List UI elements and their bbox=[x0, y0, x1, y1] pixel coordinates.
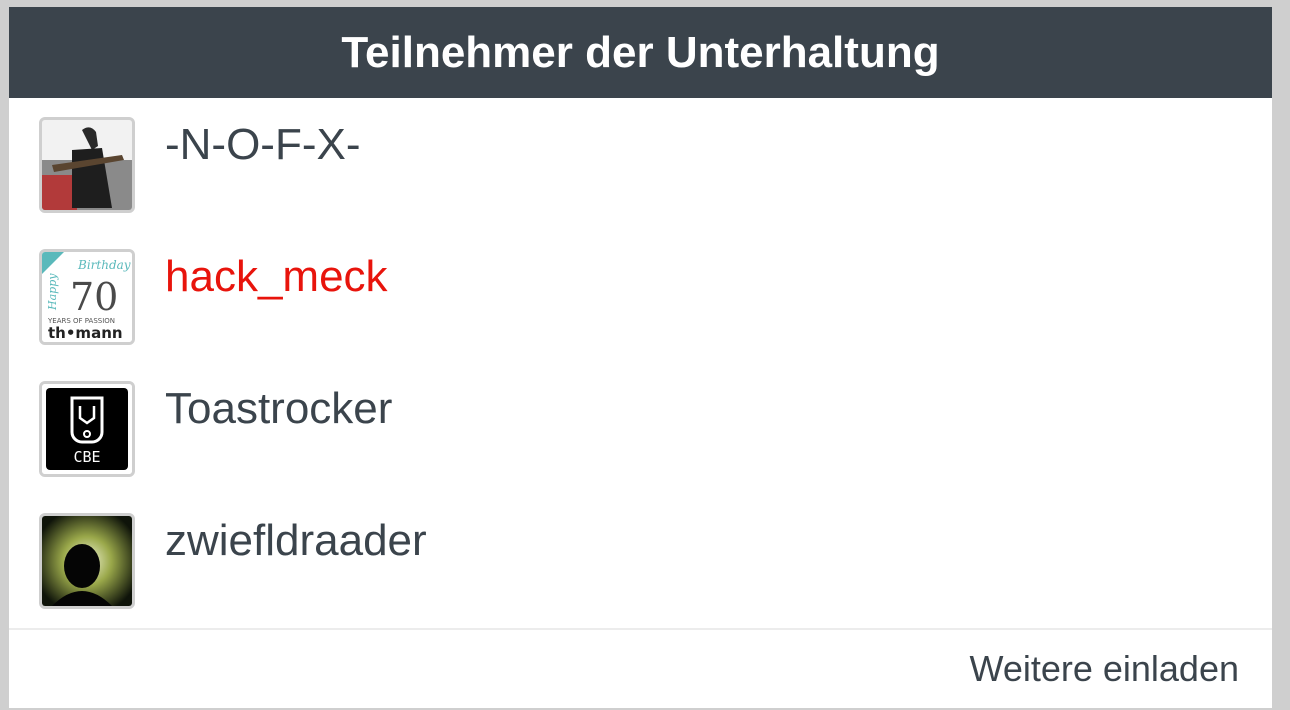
cbe-logo-icon: CBE bbox=[42, 384, 132, 474]
dialog-footer: Weitere einladen bbox=[9, 628, 1272, 708]
avatar[interactable]: CBE bbox=[39, 381, 135, 477]
avatar-happy-text: Happy bbox=[46, 273, 59, 311]
participants-dialog: Teilnehmer der Unterhaltung -N-O-F-X- Bi… bbox=[9, 7, 1272, 708]
participant-name[interactable]: -N-O-F-X- bbox=[165, 120, 361, 170]
participant-name[interactable]: Toastrocker bbox=[165, 384, 392, 434]
avatar-number-text: 70 bbox=[70, 275, 118, 319]
avatar[interactable] bbox=[39, 117, 135, 213]
thomann-70-birthday-logo-icon: Birthday Happy 70 YEARS OF PASSION th•ma… bbox=[42, 252, 132, 342]
avatar-label-text: CBE bbox=[73, 448, 100, 466]
participant-row-toastrocker[interactable]: CBE Toastrocker bbox=[9, 362, 1272, 494]
avatar-birthday-text: Birthday bbox=[77, 258, 131, 272]
avatar[interactable] bbox=[39, 513, 135, 609]
participant-row-nofx[interactable]: -N-O-F-X- bbox=[9, 98, 1272, 230]
avatar[interactable]: Birthday Happy 70 YEARS OF PASSION th•ma… bbox=[39, 249, 135, 345]
participant-row-hack-meck[interactable]: Birthday Happy 70 YEARS OF PASSION th•ma… bbox=[9, 230, 1272, 362]
participant-row-zwiefldraader[interactable]: zwiefldraader bbox=[9, 494, 1272, 626]
avatar-brand-text: th•mann bbox=[48, 324, 123, 342]
dialog-title: Teilnehmer der Unterhaltung bbox=[9, 7, 1272, 98]
participant-list: -N-O-F-X- Birthday Happy 70 YEARS OF PAS… bbox=[9, 98, 1272, 628]
silhouette-photo-icon bbox=[42, 516, 132, 606]
participant-name[interactable]: hack_meck bbox=[165, 252, 388, 302]
guitarist-photo-icon bbox=[42, 120, 132, 210]
invite-more-link[interactable]: Weitere einladen bbox=[969, 648, 1239, 690]
participant-name[interactable]: zwiefldraader bbox=[165, 516, 427, 566]
